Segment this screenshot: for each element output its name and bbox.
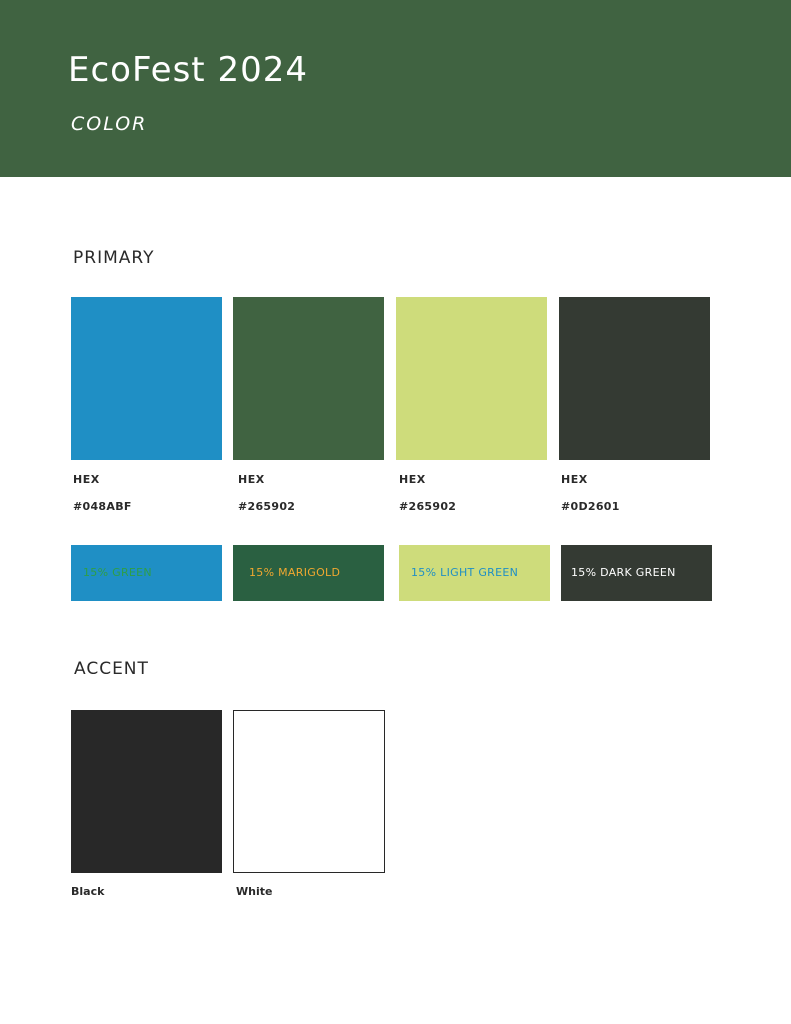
accent-heading: ACCENT bbox=[74, 659, 149, 679]
swatch-accent-black bbox=[71, 710, 222, 873]
tint-swatch-1: 15% GREEN bbox=[71, 545, 222, 601]
page-title: EcoFest 2024 bbox=[68, 50, 308, 90]
hex-label-3: HEX bbox=[399, 473, 426, 486]
tint-swatch-3: 15% LIGHT GREEN bbox=[399, 545, 550, 601]
hex-label-4: HEX bbox=[561, 473, 588, 486]
tint-label-4: 15% DARK GREEN bbox=[571, 566, 676, 579]
tint-label-3: 15% LIGHT GREEN bbox=[411, 566, 519, 579]
hex-value-4: #0D2601 bbox=[561, 500, 620, 513]
tint-label-1: 15% GREEN bbox=[83, 566, 152, 579]
swatch-primary-1 bbox=[71, 297, 222, 460]
hex-label-2: HEX bbox=[238, 473, 265, 486]
swatch-primary-4 bbox=[559, 297, 710, 460]
primary-heading: PRIMARY bbox=[73, 248, 155, 268]
accent-label-black: Black bbox=[71, 885, 105, 898]
hex-value-2: #265902 bbox=[238, 500, 296, 513]
tint-label-2: 15% MARIGOLD bbox=[249, 566, 341, 579]
hex-value-3: #265902 bbox=[399, 500, 457, 513]
swatch-primary-3 bbox=[396, 297, 547, 460]
swatch-accent-white bbox=[233, 710, 385, 873]
swatch-primary-2 bbox=[233, 297, 384, 460]
hex-label-1: HEX bbox=[73, 473, 100, 486]
header-banner: EcoFest 2024 COLOR bbox=[0, 0, 791, 177]
hex-value-1: #048ABF bbox=[73, 500, 132, 513]
tint-swatch-2: 15% MARIGOLD bbox=[233, 545, 384, 601]
page-subtitle: COLOR bbox=[71, 113, 148, 135]
accent-label-white: White bbox=[236, 885, 273, 898]
tint-swatch-4: 15% DARK GREEN bbox=[561, 545, 712, 601]
